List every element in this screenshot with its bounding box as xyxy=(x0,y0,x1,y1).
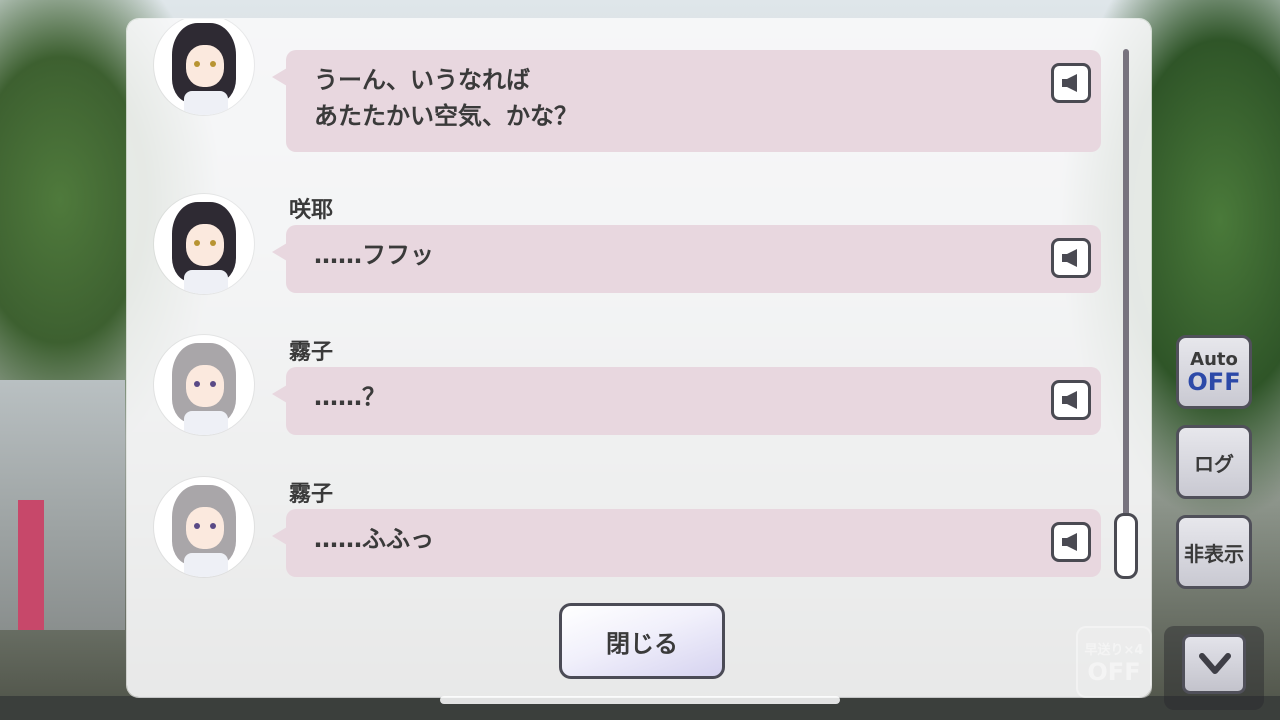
avatar xyxy=(154,335,254,435)
scrollbar-thumb[interactable] xyxy=(1114,513,1138,579)
dialogue-bubble: ……？ xyxy=(272,367,1101,435)
voice-play-button[interactable] xyxy=(1051,63,1091,103)
speaker-name: 霧子 xyxy=(289,340,334,365)
voice-play-button[interactable] xyxy=(1051,238,1091,278)
chevron-down-icon xyxy=(1199,653,1231,674)
fast-forward-button[interactable]: 早送り×4 OFF xyxy=(1076,626,1152,698)
speaker-icon xyxy=(1062,249,1077,267)
background-sign xyxy=(18,500,44,630)
speaker-name: 霧子 xyxy=(289,482,334,507)
hide-label: 非表示 xyxy=(1184,541,1244,566)
advance-button[interactable] xyxy=(1164,626,1264,710)
speaker-icon xyxy=(1062,533,1077,551)
auto-button[interactable]: Auto OFF xyxy=(1176,335,1252,409)
avatar xyxy=(154,19,254,115)
close-button[interactable]: 閉じる xyxy=(559,603,725,679)
dialogue-line: ……？ xyxy=(314,383,386,411)
dialogue-bubble: うーん、いうなれば あたたかい空気、かな？ xyxy=(272,50,1101,152)
voice-play-button[interactable] xyxy=(1051,522,1091,562)
dialogue-line: あたたかい空気、かな？ xyxy=(314,102,578,130)
speaker-icon xyxy=(1062,74,1077,92)
auto-label: Auto xyxy=(1190,349,1238,370)
scrollbar-track[interactable] xyxy=(1123,49,1129,579)
panel-handle xyxy=(440,696,840,704)
advance-button-face xyxy=(1182,634,1246,694)
dialogue-line: ……フフッ xyxy=(314,241,434,269)
dialogue-log-panel: うーん、いうなれば あたたかい空気、かな？ 咲耶 ……フフッ 霧子 ……？ 霧子… xyxy=(127,19,1151,697)
log-label: ログ xyxy=(1194,451,1234,476)
dialogue-line: ……ふふっ xyxy=(314,525,434,553)
dialogue-line: うーん、いうなれば xyxy=(314,66,530,94)
dialogue-bubble: ……フフッ xyxy=(272,225,1101,293)
log-button[interactable]: ログ xyxy=(1176,425,1252,499)
dialogue-bubble: ……ふふっ xyxy=(272,509,1101,577)
avatar xyxy=(154,194,254,294)
avatar xyxy=(154,477,254,577)
auto-state: OFF xyxy=(1187,368,1241,396)
speaker-name: 咲耶 xyxy=(289,198,334,223)
speaker-icon xyxy=(1062,391,1077,409)
hide-button[interactable]: 非表示 xyxy=(1176,515,1252,589)
voice-play-button[interactable] xyxy=(1051,380,1091,420)
fast-forward-state: OFF xyxy=(1087,657,1141,686)
fast-forward-label: 早送り×4 xyxy=(1084,642,1144,658)
